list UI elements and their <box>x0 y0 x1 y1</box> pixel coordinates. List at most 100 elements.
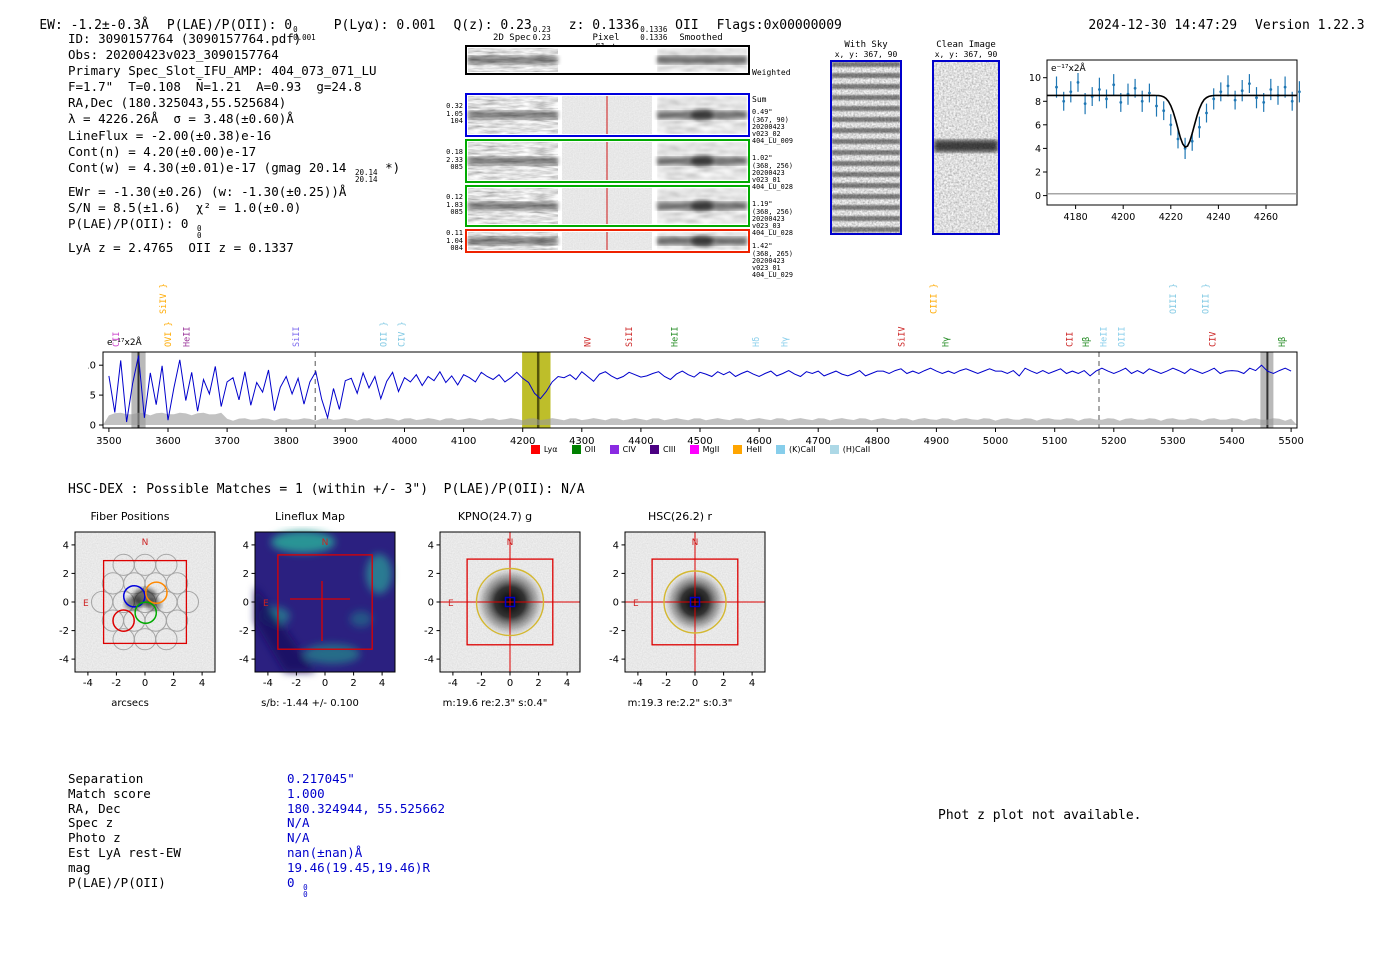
svg-text:2: 2 <box>428 569 434 580</box>
gmag-fraction: 20.14 20.14 <box>354 167 378 185</box>
svg-text:4: 4 <box>613 540 619 551</box>
info-cont-w: Cont(w) = 4.30(±0.01)e-17 (gmag 20.14 20… <box>68 159 401 185</box>
svg-text:2: 2 <box>170 678 176 689</box>
lineflux-map-plot: N E -4 -4 -2 -2 0 0 2 2 4 4 <box>239 531 396 689</box>
hsc-r-plot: N E -4 -4 -2 -2 0 0 2 2 4 4 <box>609 531 766 689</box>
spec2d-row-2-image <box>468 142 747 180</box>
svg-text:-2: -2 <box>239 626 249 637</box>
svg-text:0: 0 <box>90 421 96 432</box>
svg-text:SiII: SiII <box>292 327 302 347</box>
svg-text:4: 4 <box>63 540 69 551</box>
svg-text:0: 0 <box>1035 191 1041 202</box>
legend-swatch <box>829 445 839 454</box>
legend-swatch <box>689 445 699 454</box>
svg-text:4: 4 <box>199 678 205 689</box>
header-flags: Flags:0x00000009 <box>716 18 842 33</box>
svg-text:OVI }: OVI } <box>164 321 174 347</box>
table-row: Match score 1.000 <box>68 785 325 801</box>
header-datetime: 2024-12-30 14:47:29 <box>1088 18 1238 33</box>
svg-text:CIII }: CIII } <box>929 283 939 314</box>
spec2d-weighted-row <box>465 45 750 75</box>
legend-item: (H)CaII <box>829 445 871 454</box>
spec2d-col-header-smoothed: Smoothed <box>679 33 723 43</box>
legend-item: OII <box>571 445 596 454</box>
legend-label: (K)CaII <box>789 445 816 454</box>
clean-title: Clean Image <box>936 40 996 50</box>
spec2d-row-2-stats: 0.18 2.33 085 <box>446 148 463 172</box>
info-id: ID: 3090157764 (3090157764.pdf) <box>68 31 302 46</box>
legend-swatch <box>571 445 581 454</box>
svg-text:6: 6 <box>1035 120 1041 131</box>
spec2d-weighted-image <box>468 48 747 72</box>
svg-text:-2: -2 <box>59 626 69 637</box>
svg-text:-2: -2 <box>609 626 619 637</box>
table-row: Spec z N/A <box>68 815 310 831</box>
header-datetime-version: 2024-12-30 14:47:29 Version 1.22.3 <box>1057 3 1365 48</box>
svg-text:-4: -4 <box>83 678 93 689</box>
withsky-title: With Sky <box>844 40 888 50</box>
svg-text:2: 2 <box>535 678 541 689</box>
svg-text:OIII }: OIII } <box>1201 283 1211 314</box>
svg-text:Hγ: Hγ <box>781 337 791 347</box>
svg-text:0: 0 <box>142 678 148 689</box>
spec2d-row-3-stats: 0.12 1.83 085 <box>446 193 463 217</box>
svg-text:CIV }: CIV } <box>398 321 408 347</box>
cutout-lineflux-map: Lineflux Map N E -4 -4 -2 -2 0 0 2 2 4 4 s/b: -1.… <box>215 510 405 709</box>
svg-text:-4: -4 <box>239 655 249 666</box>
legend-swatch <box>609 445 619 454</box>
legend-label: (H)CaII <box>842 445 871 454</box>
table-row: Est LyA rest-EW nan(±nan)Å <box>68 844 363 860</box>
info-redshifts: LyA z = 2.4765 OII z = 0.1337 <box>68 239 294 255</box>
svg-text:4260: 4260 <box>1254 212 1278 223</box>
legend-item: CIV <box>609 445 636 454</box>
spec2d-row-1-stats: 0.32 1.05 104 <box>446 102 463 126</box>
north-label: N <box>322 538 329 548</box>
svg-text:2: 2 <box>1035 168 1041 179</box>
fiber-positions-plot: N E -4 -4 -2 -2 0 0 2 2 4 4 <box>59 531 216 689</box>
spec2d-row-4-image <box>468 232 747 250</box>
east-label: E <box>263 599 269 609</box>
info-ewr: EWr = -1.30(±0.26) (w: -1.30(±0.25))Å <box>68 183 347 199</box>
svg-text:-4: -4 <box>263 678 273 689</box>
line-fit-chart: 4180 4200 4220 4240 4260 0 2 4 6 8 10 e⁻¹⁷x2Å <box>1030 59 1301 223</box>
withsky-image-frame <box>830 60 902 235</box>
svg-text:e⁻¹⁷x2Å: e⁻¹⁷x2Å <box>1051 62 1087 74</box>
svg-text:8: 8 <box>1035 97 1041 108</box>
svg-text:5: 5 <box>90 391 96 402</box>
east-label: E <box>83 599 89 609</box>
svg-text:Hδ: Hδ <box>752 337 762 347</box>
spec2d-row-2 <box>465 139 750 183</box>
svg-text:0: 0 <box>243 598 249 609</box>
info-radec: RA,Dec (180.325043,55.525684) <box>68 95 287 111</box>
kpno-g-plot: N E -4 -4 -2 -2 0 0 2 2 4 4 <box>424 531 581 689</box>
spec2d-row-3 <box>465 185 750 227</box>
svg-text:2: 2 <box>720 678 726 689</box>
svg-text:4: 4 <box>379 678 385 689</box>
svg-text:2: 2 <box>243 569 249 580</box>
legend-item: Lyα <box>530 445 558 454</box>
legend-label: Lyα <box>543 445 558 454</box>
table-row: P(LAE)/P(OII) 0 00 <box>68 874 308 900</box>
cutout-title: Fiber Positions <box>90 510 170 523</box>
cutout-caption: arcsecs <box>111 698 149 709</box>
svg-text:0: 0 <box>63 598 69 609</box>
table-plae-fraction: 00 <box>303 882 308 900</box>
svg-text:4: 4 <box>749 678 755 689</box>
svg-text:-2: -2 <box>111 678 121 689</box>
svg-text:-4: -4 <box>424 655 434 666</box>
svg-text:-4: -4 <box>633 678 643 689</box>
legend-label: HeII <box>746 445 763 454</box>
svg-text:-4: -4 <box>448 678 458 689</box>
svg-text:Hβ: Hβ <box>1278 337 1288 347</box>
svg-text:SiIV }: SiIV } <box>159 283 169 314</box>
svg-text:Hγ: Hγ <box>941 337 951 347</box>
legend-label: CIII <box>662 445 676 454</box>
svg-text:-2: -2 <box>291 678 301 689</box>
svg-text:4180: 4180 <box>1064 212 1088 223</box>
svg-text:Hβ: Hβ <box>1082 337 1092 347</box>
svg-text:4: 4 <box>564 678 570 689</box>
table-row: mag 19.46(19.45,19.46)R <box>68 859 430 875</box>
header-version: Version 1.22.3 <box>1255 18 1365 33</box>
clean-xy: x, y: 367, 90 <box>934 50 998 59</box>
legend-item: (K)CaII <box>776 445 816 454</box>
